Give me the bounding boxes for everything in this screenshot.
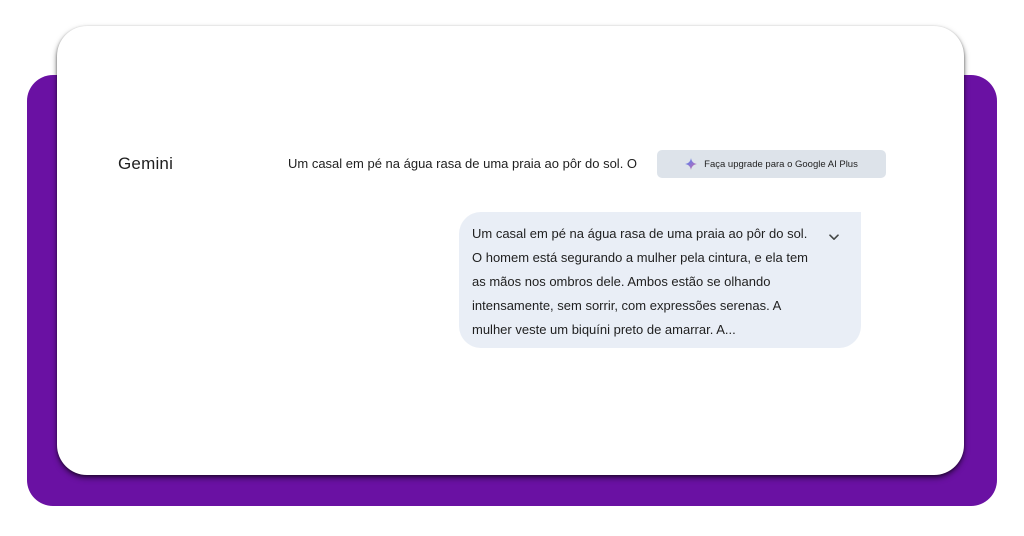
user-message-bubble: Um casal em pé na água rasa de uma praia… <box>459 212 861 348</box>
app-title: Gemini <box>118 154 174 173</box>
expand-message-button[interactable] <box>823 226 845 248</box>
chevron-down-icon <box>829 228 839 246</box>
upgrade-button[interactable]: Faça upgrade para o Google AI Plus <box>657 150 886 178</box>
gemini-sparkle-icon <box>685 158 698 170</box>
gemini-window: Gemini Um casal em pé na água rasa de um… <box>57 26 964 475</box>
prompt-preview: Um casal em pé na água rasa de uma praia… <box>288 156 638 171</box>
upgrade-button-label: Faça upgrade para o Google AI Plus <box>704 158 858 170</box>
user-message-text: Um casal em pé na água rasa de uma praia… <box>472 226 809 337</box>
